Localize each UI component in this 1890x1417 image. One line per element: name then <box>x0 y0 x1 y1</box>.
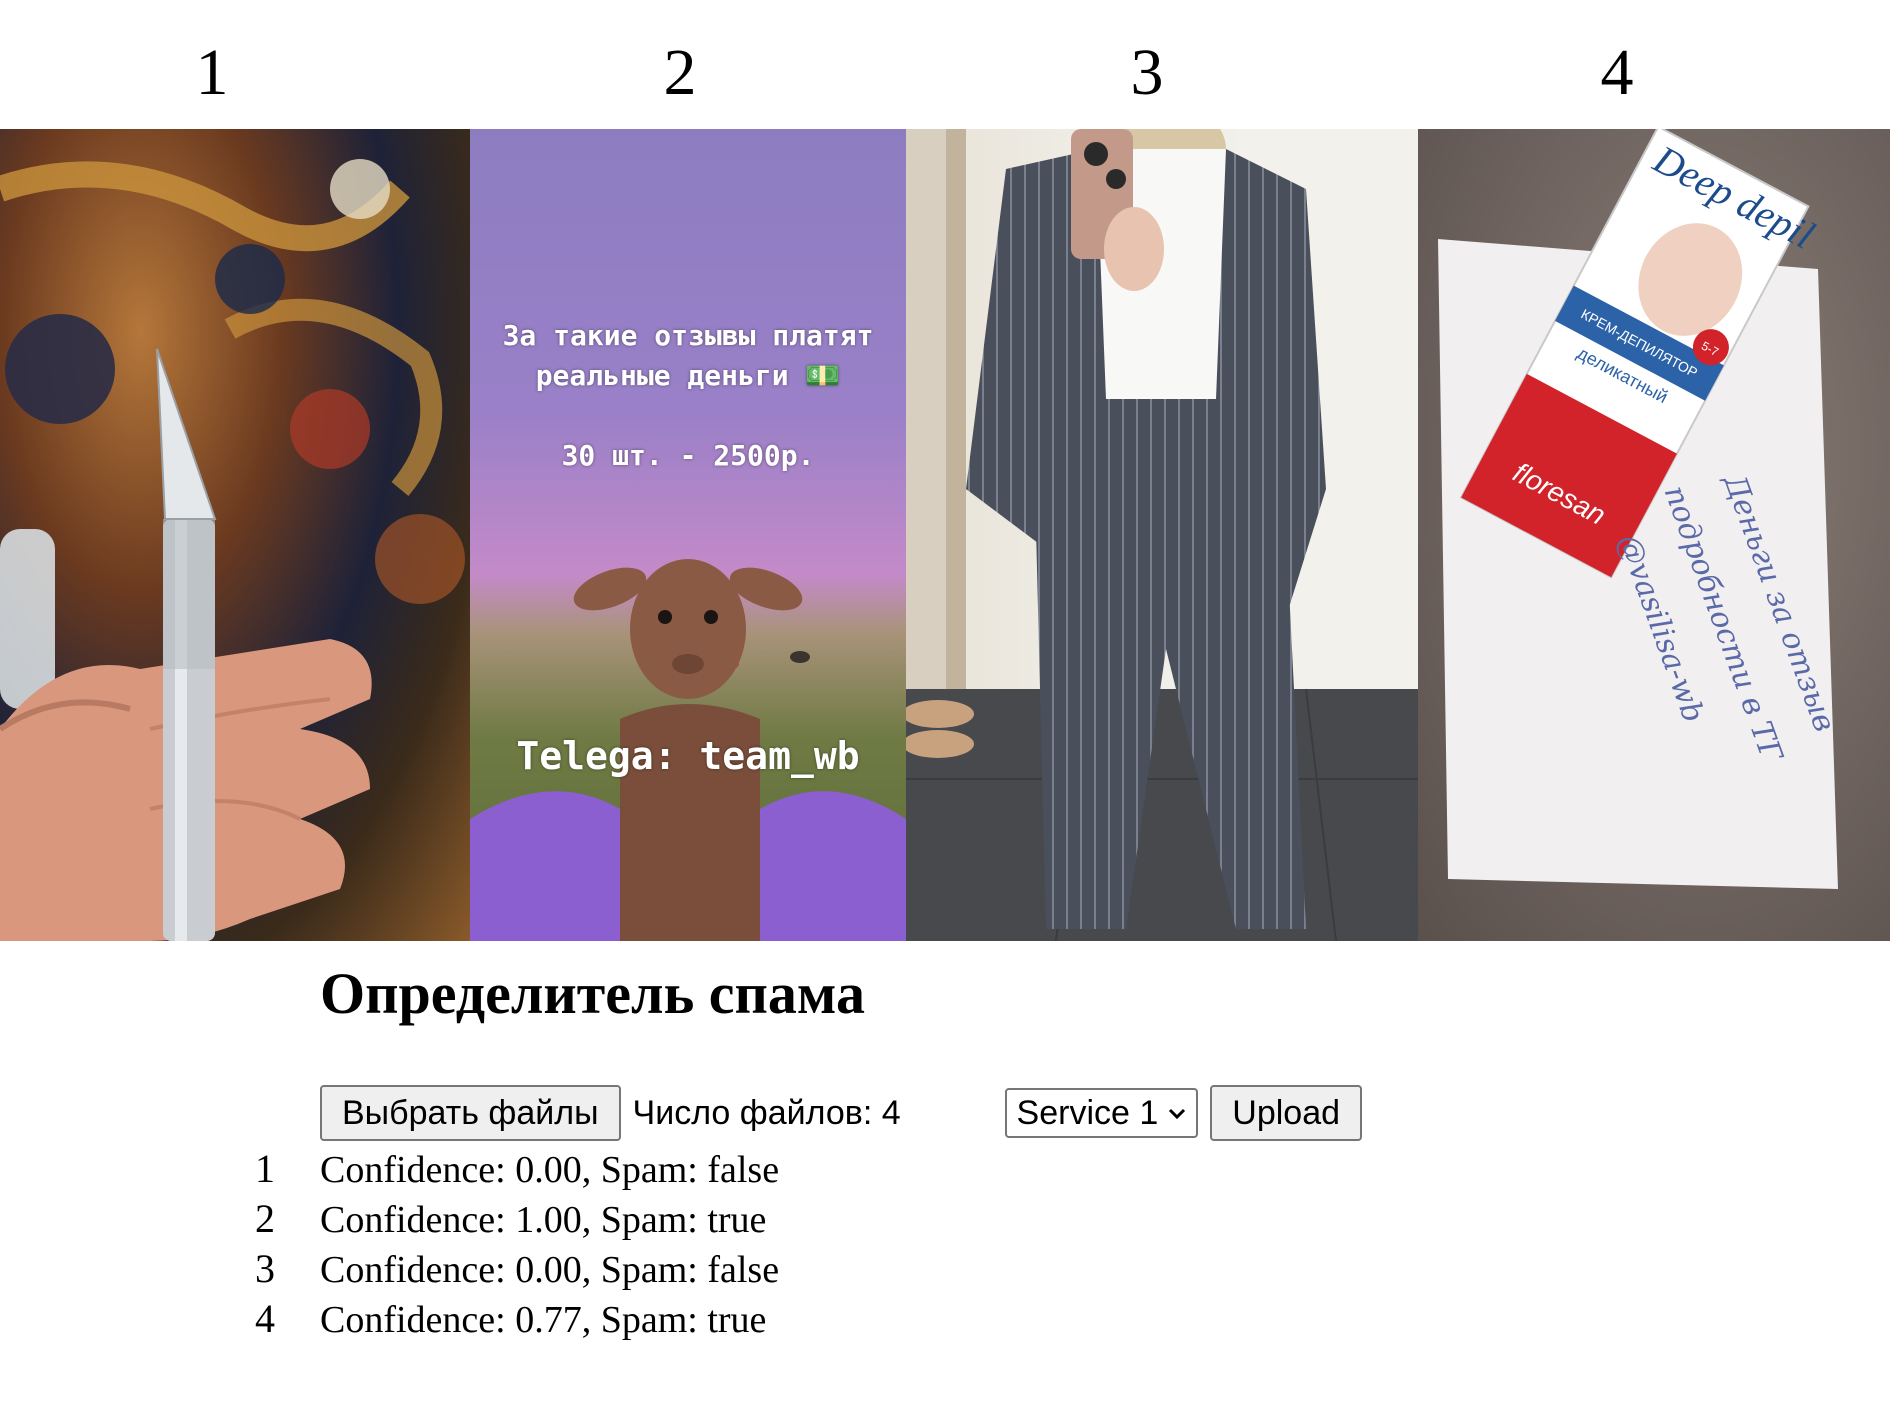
service-select-value: Service 1 <box>1016 1093 1159 1132</box>
image-knife <box>0 129 470 941</box>
image-strip: За такие отзывы платят реальные деньги 💵… <box>0 129 1890 941</box>
result-text: Confidence: 0.00, Spam: false <box>320 1249 780 1291</box>
lamb-photo <box>470 559 906 941</box>
page: 1 2 3 4 За такие отзывы платят реальные … <box>0 0 1890 1417</box>
image-number-4: 4 <box>1600 36 1634 109</box>
results-list: 1 Confidence: 0.00, Spam: false 2 Confid… <box>255 1145 779 1345</box>
result-text: Confidence: 1.00, Spam: true <box>320 1199 767 1241</box>
result-text: Confidence: 0.00, Spam: false <box>320 1149 780 1191</box>
result-item: 2 Confidence: 1.00, Spam: true <box>255 1195 779 1245</box>
upload-button[interactable]: Upload <box>1210 1085 1363 1141</box>
image-envelope: Deep depil КРЕМ-ДЕПИЛЯТОР деликатный flo… <box>1418 129 1890 941</box>
service-select[interactable]: Service 1 <box>1004 1088 1199 1138</box>
result-text: Confidence: 0.77, Spam: true <box>320 1299 767 1341</box>
knife-photo <box>0 159 465 941</box>
result-index: 2 <box>255 1196 275 1241</box>
upload-controls: Выбрать файлы Число файлов: 4 Service 1 … <box>320 1085 1363 1141</box>
story-line-1: За такие отзывы платят <box>502 319 874 352</box>
story-contact: Telega: team_wb <box>516 734 860 778</box>
image-number-2: 2 <box>663 36 697 109</box>
result-item: 4 Confidence: 0.77, Spam: true <box>255 1295 779 1345</box>
image-number-1: 1 <box>195 36 229 109</box>
suit-photo <box>906 129 1418 941</box>
choose-files-button[interactable]: Выбрать файлы <box>320 1085 621 1141</box>
result-index: 3 <box>255 1246 275 1291</box>
story-price: 30 шт. - 2500р. <box>561 439 815 472</box>
file-count-label: Число файлов: 4 <box>632 1093 901 1132</box>
envelope-photo: Deep depil КРЕМ-ДЕПИЛЯТОР деликатный flo… <box>1438 129 1842 889</box>
image-suit-selfie <box>906 129 1418 941</box>
result-item: 1 Confidence: 0.00, Spam: false <box>255 1145 779 1195</box>
result-item: 3 Confidence: 0.00, Spam: false <box>255 1245 779 1295</box>
image-number-3: 3 <box>1130 36 1164 109</box>
chevron-down-icon <box>1169 1108 1186 1120</box>
story-line-2: реальные деньги 💵 <box>535 359 841 392</box>
result-index: 1 <box>255 1146 275 1191</box>
result-index: 4 <box>255 1296 275 1341</box>
image-spam-story: За такие отзывы платят реальные деньги 💵… <box>470 129 906 941</box>
page-title: Определитель спама <box>320 961 866 1026</box>
